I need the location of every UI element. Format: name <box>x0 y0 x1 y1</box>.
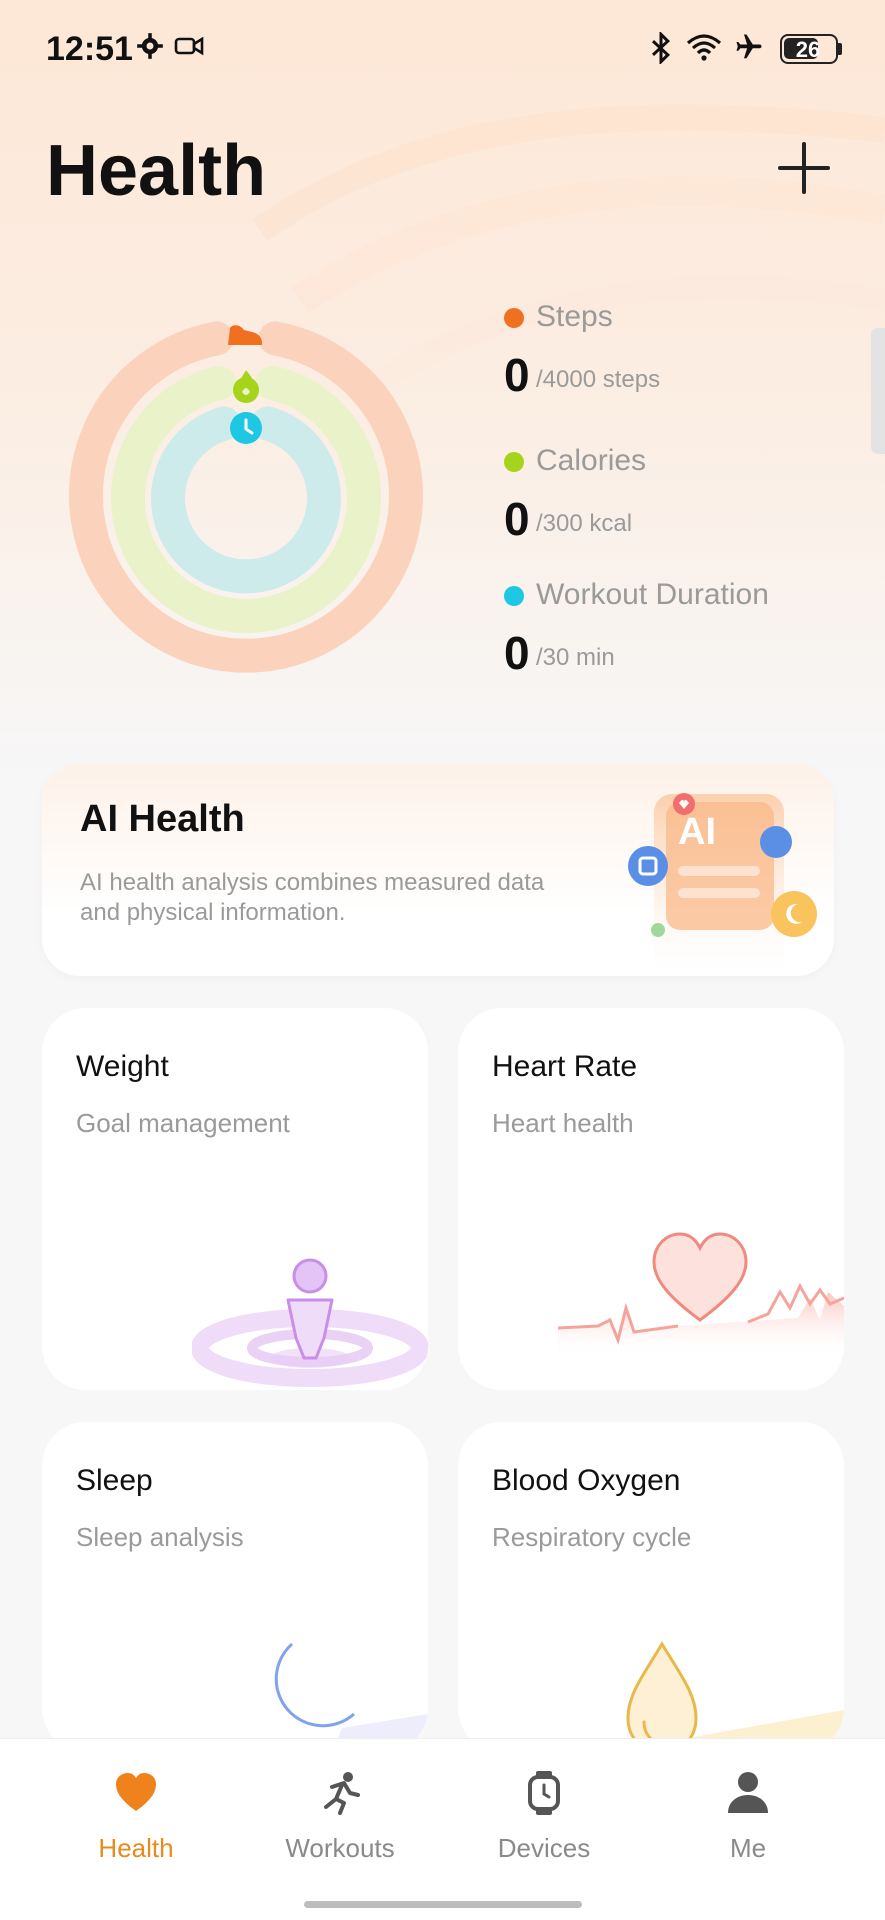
sleep-card[interactable]: Sleep Sleep analysis <box>42 1422 428 1752</box>
nav-workouts[interactable]: Workouts <box>250 1771 430 1881</box>
bottom-navigation: Health Workouts Devices Me <box>0 1738 885 1920</box>
steps-dot <box>504 308 524 328</box>
blood-oxygen-card[interactable]: Blood Oxygen Respiratory cycle <box>458 1422 844 1752</box>
side-edge-handle[interactable] <box>871 328 885 454</box>
steps-value: 0 <box>504 349 530 401</box>
nav-health-label: Health <box>98 1833 174 1863</box>
calories-value: 0 <box>504 493 530 545</box>
video-camera-icon <box>174 36 204 56</box>
nav-devices-label: Devices <box>497 1833 591 1863</box>
heart-rate-card[interactable]: Heart Rate Heart health <box>458 1008 844 1390</box>
heart-rate-subtitle: Heart health <box>492 1108 634 1138</box>
running-icon <box>324 1772 360 1815</box>
sleep-subtitle: Sleep analysis <box>76 1522 244 1552</box>
shoe-icon <box>228 325 262 345</box>
steps-label: Steps <box>536 300 613 333</box>
bluetooth-icon <box>651 32 671 64</box>
airplane-icon <box>736 34 762 59</box>
clock-icon <box>230 412 262 444</box>
settings-gear-icon <box>137 33 163 59</box>
ai-illustration-icon: AI <box>628 793 817 974</box>
battery-level: 26 <box>795 37 821 62</box>
moon-icon <box>274 1642 428 1752</box>
workout-label: Workout Duration <box>536 578 769 611</box>
status-bar: 12:51 26 <box>0 0 885 100</box>
ai-health-title: AI Health <box>80 798 245 840</box>
workout-goal: /30 min <box>536 644 615 671</box>
nav-workouts-label: Workouts <box>285 1833 395 1863</box>
heart-pulse-icon <box>558 1232 844 1358</box>
person-scale-icon <box>192 1258 428 1387</box>
ai-badge: AI <box>678 811 716 853</box>
weight-card[interactable]: Weight Goal management <box>42 1008 428 1390</box>
heart-rate-title: Heart Rate <box>492 1050 638 1083</box>
flame-icon <box>233 370 259 403</box>
status-time: 12:51 <box>46 30 133 68</box>
workout-ring-track <box>151 406 341 594</box>
watch-icon <box>528 1771 560 1815</box>
nav-health[interactable]: Health <box>46 1771 226 1881</box>
page-title: Health <box>46 131 267 211</box>
ai-health-card[interactable]: AI Health AI health analysis combines me… <box>42 764 834 976</box>
drop-icon <box>626 1641 844 1752</box>
activity-rings[interactable] <box>66 318 426 678</box>
blood-oxygen-title: Blood Oxygen <box>492 1464 681 1497</box>
workout-value: 0 <box>504 627 530 679</box>
plus-icon[interactable] <box>776 140 832 196</box>
battery-icon: 26 <box>780 34 838 64</box>
home-indicator[interactable] <box>304 1901 582 1908</box>
nav-me-label: Me <box>729 1833 767 1863</box>
person-icon <box>728 1772 768 1813</box>
weight-subtitle: Goal management <box>76 1108 290 1138</box>
blood-oxygen-subtitle: Respiratory cycle <box>492 1522 692 1552</box>
calories-dot <box>504 452 524 472</box>
nav-devices[interactable]: Devices <box>454 1771 634 1881</box>
steps-goal: /4000 steps <box>536 366 661 393</box>
calories-label: Calories <box>536 444 647 477</box>
weight-title: Weight <box>76 1050 169 1083</box>
calories-goal: /300 kcal <box>536 510 633 537</box>
sleep-title: Sleep <box>76 1464 153 1497</box>
wifi-icon <box>686 34 722 61</box>
workout-dot <box>504 586 524 606</box>
battery-cap <box>838 43 842 55</box>
ai-health-description: AI health analysis combines measured dat… <box>80 869 545 926</box>
heart-icon <box>116 1773 156 1811</box>
nav-me[interactable]: Me <box>658 1771 838 1881</box>
